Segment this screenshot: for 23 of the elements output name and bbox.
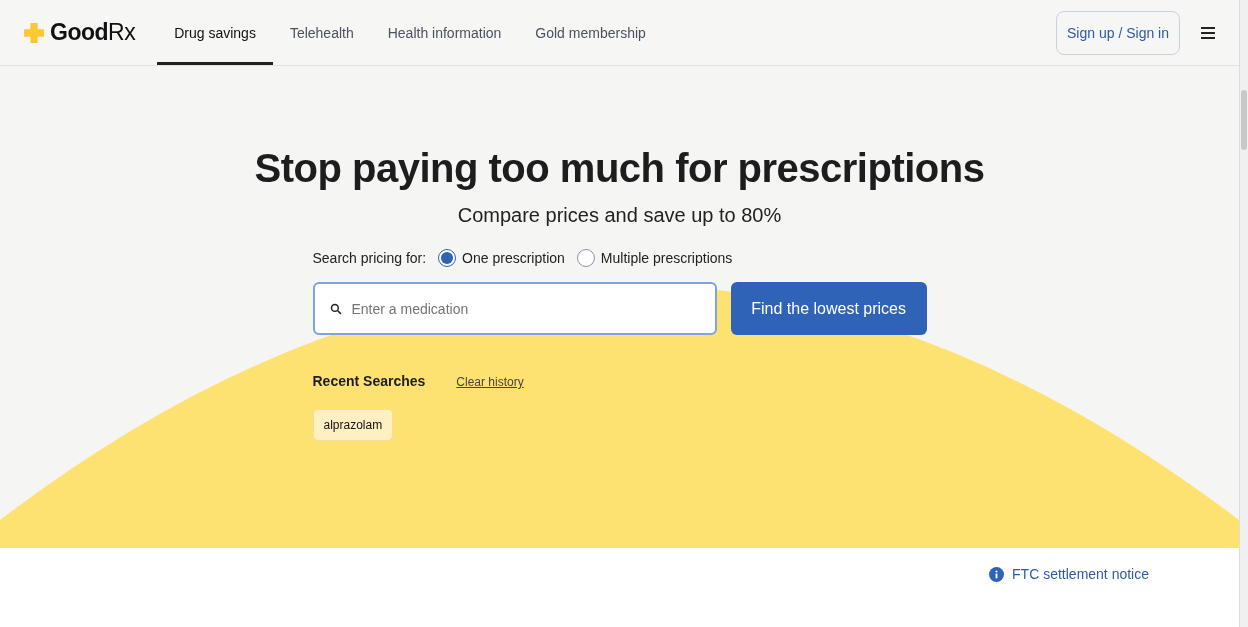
nav-tab[interactable]: Gold membership (518, 0, 663, 65)
recent-searches-title: Recent Searches (312, 373, 426, 389)
menu-icon[interactable] (1200, 26, 1216, 39)
search-icon (329, 303, 342, 315)
logo-icon (23, 21, 45, 44)
radio-button[interactable] (438, 249, 457, 267)
radio-option[interactable]: Multiple prescriptions (576, 249, 733, 267)
nav-tab[interactable]: Health information (370, 0, 519, 65)
radio-option[interactable]: One prescription (438, 249, 565, 267)
recent-search-chip[interactable]: alprazolam (312, 409, 394, 441)
hero-subtitle: Compare prices and save up to 80% (457, 204, 782, 227)
radio-button[interactable] (576, 249, 595, 267)
hero-title: Stop paying too much for prescriptions (254, 146, 985, 191)
ftc-notice-link[interactable]: FTC settlement notice (989, 566, 1149, 582)
info-icon (989, 566, 1005, 582)
clear-history-link[interactable]: Clear history (456, 375, 524, 389)
nav-tab[interactable]: Telehealth (272, 0, 371, 65)
scrollbar[interactable] (1239, 0, 1248, 627)
search-field[interactable]: Enter a medication (312, 282, 717, 335)
sign-in-button[interactable]: Sign up / Sign in (1056, 10, 1180, 55)
logo-text[interactable]: GoodRx (50, 19, 136, 46)
search-mode-label: Search pricing for: (312, 250, 427, 266)
find-prices-button[interactable]: Find the lowest prices (730, 282, 927, 335)
